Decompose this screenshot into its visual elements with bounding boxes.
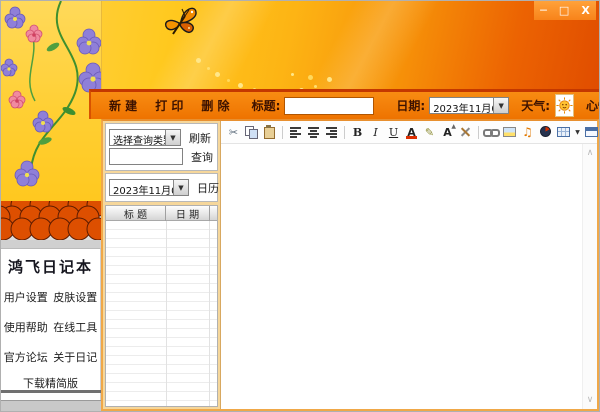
date-group: 2023年11月07日 ▼ 日历 xyxy=(105,173,218,202)
list-column-header[interactable]: 日 期 xyxy=(166,206,210,221)
align-right-icon[interactable] xyxy=(323,124,340,140)
weather-label: 天气: xyxy=(521,97,550,114)
insert-table-icon[interactable] xyxy=(555,124,572,140)
mood-label: 心情: xyxy=(586,97,600,114)
insert-music-icon[interactable]: ♫ xyxy=(519,124,536,140)
separator xyxy=(282,126,283,139)
sun-face-icon xyxy=(556,97,573,114)
weather-picker-button[interactable] xyxy=(555,94,574,117)
align-center-icon[interactable] xyxy=(305,124,322,140)
insert-image-icon[interactable] xyxy=(501,124,518,140)
underline-icon[interactable]: U xyxy=(385,124,402,140)
highlight-icon[interactable]: ✎ xyxy=(421,124,438,140)
bold-icon[interactable]: B xyxy=(349,124,366,140)
calendar-date-value: 2023年11月07日 xyxy=(110,180,173,195)
category-select-value: 选择查询类别 xyxy=(110,130,165,145)
list-column-header[interactable]: 标 题 xyxy=(106,206,166,221)
scroll-down-icon[interactable]: ∨ xyxy=(583,393,597,407)
chevron-down-icon[interactable]: ▼ xyxy=(165,130,180,145)
sidebar-spacer xyxy=(1,393,101,400)
paste-icon[interactable] xyxy=(261,124,278,140)
editor-toolbar: ✂BIUA✎A♫▼ 浏览/编辑 保 存 修 改 xyxy=(221,121,597,144)
calendar-button[interactable]: 日历 xyxy=(197,180,219,196)
calendar-date-select[interactable]: 2023年11月07日 ▼ xyxy=(109,179,189,196)
title-input[interactable] xyxy=(284,97,374,115)
entry-list: 标 题日 期 xyxy=(105,205,218,407)
main-toolbar: 新 建 打 印 删 除 标题: 日期: 2023年11月07日 ▼ 天气: xyxy=(89,89,599,119)
date-select-value: 2023年11月07日 xyxy=(430,98,493,113)
scroll-up-icon[interactable]: ∧ xyxy=(583,146,597,160)
sidebar-menu: 用户设置皮肤设置使用帮助在线工具官方论坛关于日记 xyxy=(1,289,100,365)
app-title: 鸿飞日记本 xyxy=(1,256,100,277)
italic-icon[interactable]: I xyxy=(367,124,384,140)
format-icons: ✂BIUA✎A♫▼ xyxy=(225,124,600,140)
copy-icon[interactable] xyxy=(243,124,260,140)
chevron-down-icon[interactable]: ▼ xyxy=(493,98,508,113)
sidebar-status-strip xyxy=(1,400,101,411)
sidebar-menu-item[interactable]: 皮肤设置 xyxy=(51,289,101,305)
cut-icon[interactable]: ✂ xyxy=(225,124,242,140)
separator xyxy=(344,126,345,139)
print-button[interactable]: 打 印 xyxy=(155,97,183,114)
date-select[interactable]: 2023年11月07日 ▼ xyxy=(429,97,509,114)
editor-scrollbar: ∧ ∨ xyxy=(582,144,597,409)
close-button[interactable]: X xyxy=(581,5,589,16)
sidebar-roof-tiles-decoration xyxy=(1,201,101,248)
chevron-down-icon[interactable]: ▼ xyxy=(173,180,188,195)
font-color-icon[interactable]: A xyxy=(403,124,420,140)
app-window: ─ □ X xyxy=(0,0,600,412)
insert-time-icon[interactable] xyxy=(537,124,554,140)
preview-window-icon[interactable] xyxy=(583,124,600,140)
entry-list-header: 标 题日 期 xyxy=(106,206,217,221)
sidebar-menu-item[interactable]: 在线工具 xyxy=(51,319,101,335)
sidebar-flower-decoration xyxy=(1,1,102,201)
font-size-icon[interactable]: A xyxy=(439,124,456,140)
refresh-button[interactable]: 刷新 xyxy=(189,130,211,146)
format-tools-icon[interactable] xyxy=(457,124,474,140)
date-label: 日期: xyxy=(396,97,425,114)
category-select[interactable]: 选择查询类别 ▼ xyxy=(109,129,181,146)
sidebar-menu-item[interactable]: 用户设置 xyxy=(1,289,51,305)
sidebar-menu-item[interactable]: 使用帮助 xyxy=(1,319,51,335)
query-panel: 选择查询类别 ▼ 刷新 查询 2023年11月07日 ▼ 日历 xyxy=(103,121,221,409)
minimize-button[interactable]: ─ xyxy=(540,5,547,16)
editor-panel: ✂BIUA✎A♫▼ 浏览/编辑 保 存 修 改 ∧ ∨ xyxy=(221,121,597,409)
sidebar: 鸿飞日记本 用户设置皮肤设置使用帮助在线工具官方论坛关于日记 下载精简版官方网站 xyxy=(1,248,101,390)
editor-content-area[interactable]: ∧ ∨ xyxy=(221,144,597,409)
query-button[interactable]: 查询 xyxy=(191,149,213,165)
hyperlink-icon[interactable] xyxy=(483,124,500,140)
sidebar-menu-item[interactable]: 官方论坛 xyxy=(1,349,51,365)
search-input[interactable] xyxy=(109,148,183,165)
maximize-button[interactable]: □ xyxy=(559,5,569,16)
align-left-icon[interactable] xyxy=(287,124,304,140)
table-dropdown-icon[interactable]: ▼ xyxy=(573,124,582,140)
sidebar-menu-item[interactable]: 关于日记 xyxy=(51,349,101,365)
main-content: 选择查询类别 ▼ 刷新 查询 2023年11月07日 ▼ 日历 xyxy=(101,119,599,411)
title-label: 标题: xyxy=(252,97,281,114)
query-group: 选择查询类别 ▼ 刷新 查询 xyxy=(105,123,218,171)
butterfly-icon xyxy=(159,4,201,42)
new-entry-button[interactable]: 新 建 xyxy=(109,97,137,114)
window-controls: ─ □ X xyxy=(534,1,596,20)
separator xyxy=(478,126,479,139)
delete-button[interactable]: 删 除 xyxy=(201,97,229,114)
entry-list-body[interactable] xyxy=(106,221,217,406)
